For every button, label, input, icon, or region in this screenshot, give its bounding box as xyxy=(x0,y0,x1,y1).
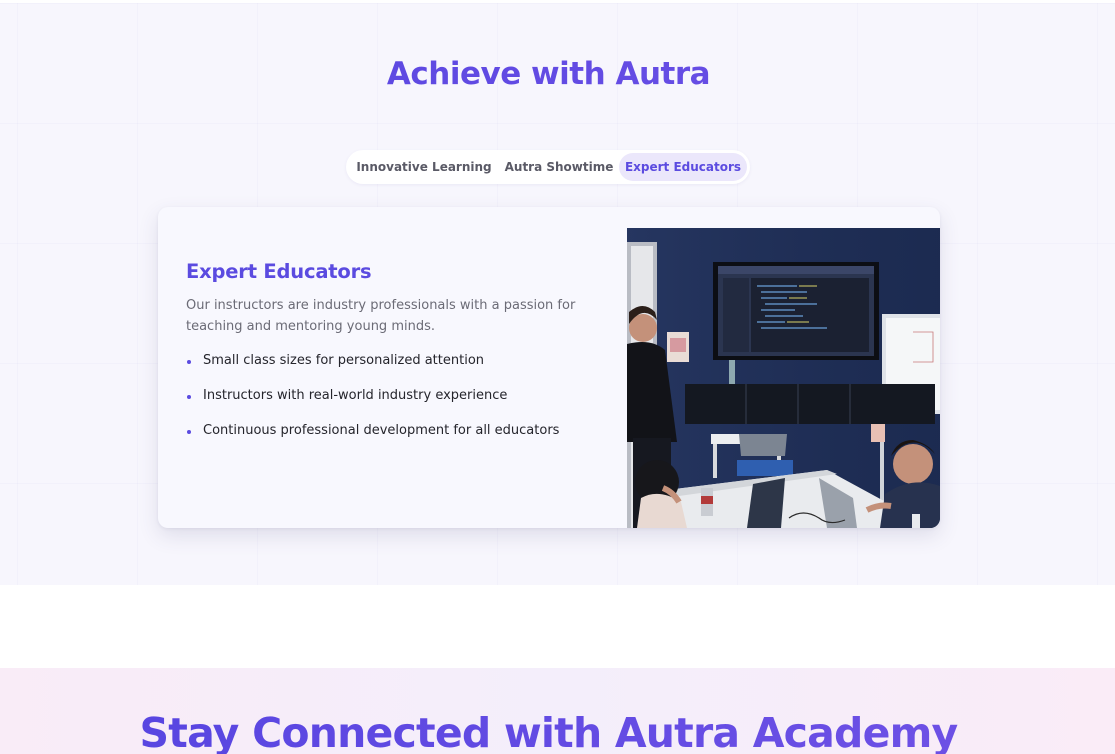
panel-title: Expert Educators xyxy=(186,260,372,283)
achieve-section: Achieve with Autra Innovative Learning A… xyxy=(0,0,1115,585)
list-item-text: Continuous professional development for … xyxy=(203,423,560,438)
tab-autra-showtime[interactable]: Autra Showtime xyxy=(499,153,619,181)
connect-title: Stay Connected with Autra Academy xyxy=(0,709,1097,754)
tab-innovative-learning[interactable]: Innovative Learning xyxy=(349,153,499,181)
panel-description: Our instructors are industry professiona… xyxy=(186,298,576,334)
tab-bar: Innovative Learning Autra Showtime Exper… xyxy=(346,150,750,184)
bullet-icon xyxy=(187,360,191,364)
bullet-icon xyxy=(187,395,191,399)
feature-list: Small class sizes for personalized atten… xyxy=(186,353,559,458)
list-item: Instructors with real-world industry exp… xyxy=(186,388,559,423)
classroom-photo xyxy=(627,228,940,528)
list-item-text: Small class sizes for personalized atten… xyxy=(203,353,485,368)
tab-panel-card: Expert Educators Our instructors are ind… xyxy=(158,207,940,528)
bullet-icon xyxy=(187,430,191,434)
section-title: Achieve with Autra xyxy=(0,56,1097,92)
list-item: Small class sizes for personalized atten… xyxy=(186,353,559,388)
tab-expert-educators[interactable]: Expert Educators xyxy=(619,153,747,181)
connect-section: Stay Connected with Autra Academy xyxy=(0,668,1115,754)
top-divider xyxy=(0,0,1115,3)
list-item: Continuous professional development for … xyxy=(186,423,559,458)
list-item-text: Instructors with real-world industry exp… xyxy=(203,388,508,403)
